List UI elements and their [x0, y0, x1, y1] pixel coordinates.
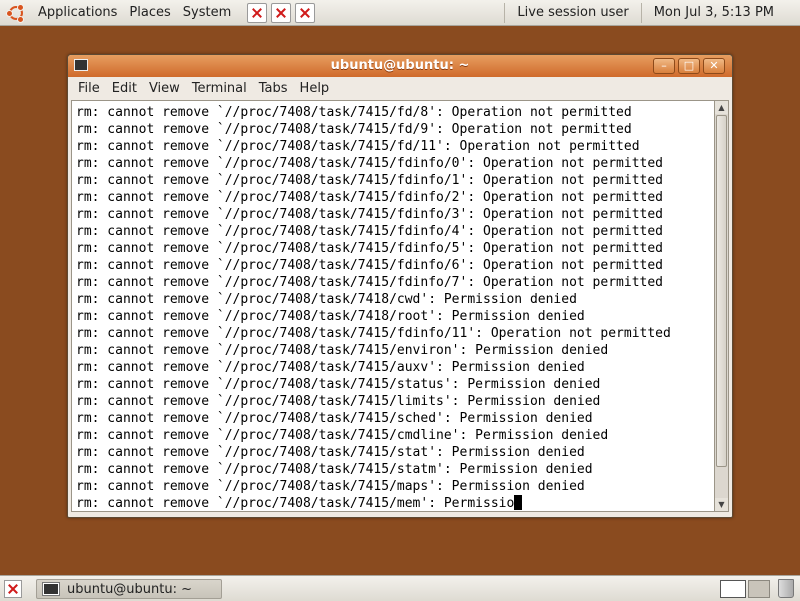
terminal-line: rm: cannot remove `//proc/7408/task/7418…	[76, 309, 585, 324]
terminal-lines: rm: cannot remove `//proc/7408/task/7415…	[76, 104, 671, 511]
close-button[interactable]: ✕	[703, 58, 725, 74]
top-panel: Applications Places System Live session …	[0, 0, 800, 26]
minimize-button[interactable]: –	[653, 58, 675, 74]
terminal-icon	[42, 582, 60, 596]
clock[interactable]: Mon Jul 3, 5:13 PM	[648, 5, 800, 20]
workspace-2[interactable]	[748, 580, 770, 598]
menu-system[interactable]: System	[177, 5, 237, 20]
terminal-line: rm: cannot remove `//proc/7408/task/7415…	[76, 105, 632, 120]
terminal-line: rm: cannot remove `//proc/7408/task/7415…	[76, 445, 585, 460]
terminal-window: ubuntu@ubuntu: ~ – □ ✕ File Edit View Te…	[67, 54, 733, 518]
maximize-button[interactable]: □	[678, 58, 700, 74]
terminal-line: rm: cannot remove `//proc/7408/task/7415…	[76, 207, 663, 222]
terminal-line: rm: cannot remove `//proc/7408/task/7415…	[76, 156, 663, 171]
terminal-line: rm: cannot remove `//proc/7408/task/7415…	[76, 479, 585, 494]
menu-view[interactable]: View	[143, 81, 186, 96]
terminal-line: rm: cannot remove `//proc/7408/task/7415…	[76, 258, 663, 273]
panel-separator	[640, 2, 642, 23]
terminal-line: rm: cannot remove `//proc/7408/task/7415…	[76, 224, 663, 239]
scroll-up-arrow-icon[interactable]: ▲	[715, 101, 728, 114]
terminal-line: rm: cannot remove `//proc/7408/task/7415…	[76, 377, 601, 392]
terminal-line: rm: cannot remove `//proc/7408/task/7415…	[76, 122, 632, 137]
terminal-line: rm: cannot remove `//proc/7408/task/7415…	[76, 411, 593, 426]
menu-file[interactable]: File	[72, 81, 106, 96]
terminal-output[interactable]: rm: cannot remove `//proc/7408/task/7415…	[71, 100, 715, 512]
menu-terminal[interactable]: Terminal	[186, 81, 253, 96]
menu-help[interactable]: Help	[294, 81, 336, 96]
terminal-line: rm: cannot remove `//proc/7408/task/7415…	[76, 462, 593, 477]
session-user-label[interactable]: Live session user	[511, 5, 634, 20]
vertical-scrollbar[interactable]: ▲ ▼	[714, 100, 729, 512]
menu-places[interactable]: Places	[123, 5, 176, 20]
terminal-line: rm: cannot remove `//proc/7408/task/7415…	[76, 428, 609, 443]
taskbar-window-button[interactable]: ubuntu@ubuntu: ~	[36, 579, 222, 599]
terminal-line: rm: cannot remove `//proc/7408/task/7415…	[76, 173, 663, 188]
taskbar-window-title: ubuntu@ubuntu: ~	[67, 581, 193, 597]
terminal-line: rm: cannot remove `//proc/7408/task/7415…	[76, 275, 663, 290]
ubuntu-logo-icon[interactable]	[6, 3, 26, 23]
terminal-line: rm: cannot remove `//proc/7408/task/7415…	[76, 495, 671, 511]
terminal-line: rm: cannot remove `//proc/7408/task/7415…	[76, 394, 601, 409]
menu-applications[interactable]: Applications	[32, 5, 123, 20]
panel-separator	[504, 2, 506, 23]
terminal-line: rm: cannot remove `//proc/7408/task/7415…	[76, 190, 663, 205]
menu-edit[interactable]: Edit	[106, 81, 143, 96]
broken-launcher-icon[interactable]	[295, 2, 316, 23]
terminal-line: rm: cannot remove `//proc/7408/task/7415…	[76, 343, 609, 358]
window-titlebar[interactable]: ubuntu@ubuntu: ~ – □ ✕	[68, 55, 732, 77]
window-title: ubuntu@ubuntu: ~	[330, 58, 470, 73]
broken-launcher-icon[interactable]	[247, 2, 268, 23]
trash-icon[interactable]	[778, 579, 794, 598]
menu-tabs[interactable]: Tabs	[253, 81, 294, 96]
terminal-line: rm: cannot remove `//proc/7408/task/7415…	[76, 326, 671, 341]
broken-launcher-icon[interactable]	[271, 2, 292, 23]
workspace-1[interactable]	[720, 580, 746, 598]
bottom-panel: ubuntu@ubuntu: ~	[0, 575, 800, 601]
show-desktop-icon[interactable]	[4, 580, 22, 598]
terminal-line: rm: cannot remove `//proc/7408/task/7415…	[76, 241, 663, 256]
text-cursor	[514, 495, 523, 510]
terminal-line: rm: cannot remove `//proc/7408/task/7418…	[76, 292, 577, 307]
scrollbar-thumb[interactable]	[716, 115, 727, 467]
window-menubar: File Edit View Terminal Tabs Help	[68, 77, 732, 99]
scroll-down-arrow-icon[interactable]: ▼	[715, 498, 728, 511]
terminal-line: rm: cannot remove `//proc/7408/task/7415…	[76, 360, 585, 375]
terminal-line: rm: cannot remove `//proc/7408/task/7415…	[76, 139, 640, 154]
